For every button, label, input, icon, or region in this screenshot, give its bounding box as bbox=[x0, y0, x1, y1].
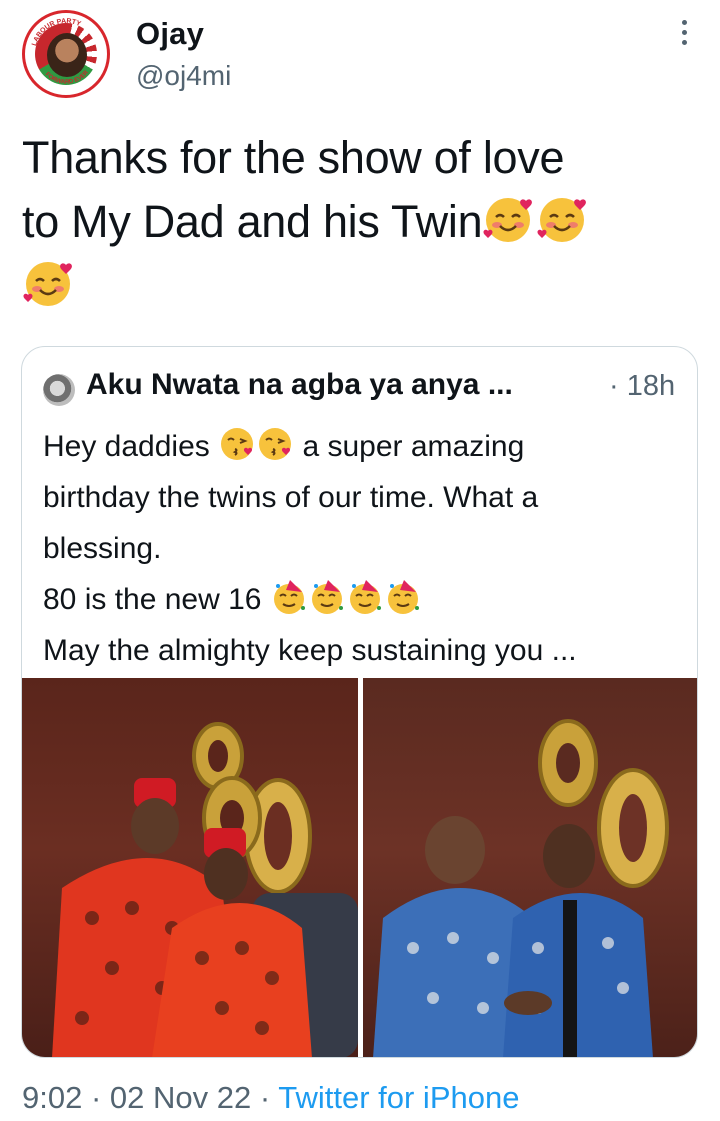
author-avatar[interactable]: LABOUR PARTY FORWARD EVER bbox=[22, 10, 110, 98]
quoted-author-avatar bbox=[43, 374, 75, 406]
smiling-face-with-hearts-icon bbox=[23, 262, 72, 306]
svg-text:LABOUR PARTY: LABOUR PARTY bbox=[31, 18, 82, 47]
quoted-tweet[interactable]: Aku Nwata na agba ya anya ... · 18h Hey … bbox=[21, 346, 698, 1058]
tweet-text-line1: Thanks for the show of love bbox=[22, 132, 565, 183]
tweet-time[interactable]: 9:02 bbox=[22, 1080, 82, 1115]
quoted-text-line4: 80 is the new 16 bbox=[43, 583, 262, 616]
photo-twins-red[interactable] bbox=[22, 678, 358, 1057]
svg-text:FORWARD EVER: FORWARD EVER bbox=[44, 69, 91, 85]
quoted-text-line5: May the almighty keep sustaining you ... bbox=[43, 634, 577, 667]
partying-face-icon bbox=[311, 580, 343, 614]
smiling-face-with-hearts-icon bbox=[483, 198, 533, 242]
quoted-tweet-time: · 18h bbox=[609, 370, 676, 402]
tweet-date[interactable]: 02 Nov 22 bbox=[110, 1080, 251, 1115]
quoted-text-line1a: Hey daddies bbox=[43, 430, 210, 463]
smiling-face-with-hearts-icon bbox=[537, 198, 587, 242]
party-logo-text: LABOUR PARTY FORWARD EVER bbox=[31, 18, 91, 86]
quoted-tweet-text: Hey daddies a super amazing birthday the… bbox=[43, 421, 683, 676]
more-options-icon[interactable] bbox=[676, 20, 692, 50]
quoted-text-line3: blessing. bbox=[43, 532, 162, 565]
tweet-source-link[interactable]: Twitter for iPhone bbox=[278, 1080, 519, 1115]
partying-face-icon bbox=[387, 580, 419, 614]
photo-twins-blue[interactable] bbox=[363, 678, 697, 1057]
quoted-text-line2: birthday the twins of our time. What a bbox=[43, 481, 539, 514]
meta-separator: · bbox=[251, 1080, 279, 1115]
meta-separator: · bbox=[82, 1080, 110, 1115]
quoted-author-name: Aku Nwata na agba ya anya ... bbox=[86, 368, 513, 401]
quoted-media-grid bbox=[22, 678, 697, 1057]
partying-face-icon bbox=[349, 580, 381, 614]
quoted-text-line1b: a super amazing bbox=[302, 430, 525, 463]
face-blowing-kiss-icon bbox=[259, 428, 292, 460]
author-handle[interactable]: @oj4mi bbox=[136, 60, 231, 92]
tweet-meta: 9:02 · 02 Nov 22 · Twitter for iPhone bbox=[22, 1080, 519, 1116]
author-name[interactable]: Ojay bbox=[136, 16, 204, 52]
partying-face-icon bbox=[273, 580, 305, 614]
face-blowing-kiss-icon bbox=[221, 428, 254, 460]
tweet-text: Thanks for the show of love to My Dad an… bbox=[22, 126, 702, 318]
tweet-text-line2: to My Dad and his Twin bbox=[22, 196, 483, 247]
